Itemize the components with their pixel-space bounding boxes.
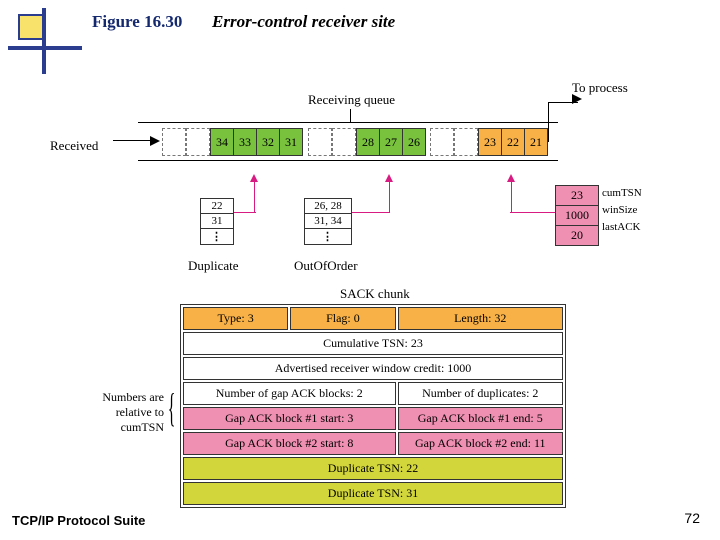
duplicate-stack: 22 31 ⋮ — [200, 198, 234, 245]
recv-queue-label: Receiving queue — [308, 92, 395, 108]
received-label: Received — [50, 138, 98, 154]
queue-cell: 26 — [402, 128, 426, 156]
footer-left: TCP/IP Protocol Suite — [12, 513, 145, 528]
queue-cell: 21 — [524, 128, 548, 156]
slide-bullet — [18, 14, 44, 40]
in-arrow-head — [150, 136, 160, 146]
state-box: 23 1000 20 — [555, 185, 599, 246]
v-rule — [42, 8, 46, 74]
out-arrow-head — [572, 94, 582, 104]
queue-cell: 34 — [210, 128, 234, 156]
sack-g1-r: Gap ACK block #1 end: 5 — [398, 407, 563, 430]
queue-cell: 33 — [233, 128, 257, 156]
ooo-val: 26, 28 — [305, 199, 351, 214]
cum-tsn-label: cumTSN — [602, 187, 642, 199]
ooo-stack: 26, 28 31, 34 ⋮ — [304, 198, 352, 245]
dup-val: 22 — [201, 199, 233, 214]
dash-cell — [332, 128, 356, 156]
sack-g2-r: Gap ACK block #2 end: 11 — [398, 432, 563, 455]
state-line — [510, 212, 560, 213]
dup-val: 31 — [201, 214, 233, 229]
sack-gaps-r: Number of duplicates: 2 — [398, 382, 563, 405]
sack-win: Advertised receiver window credit: 1000 — [183, 357, 563, 380]
recvq-pointer — [350, 109, 351, 122]
ooo-vline — [389, 180, 390, 212]
last-ack-val: 20 — [556, 226, 598, 245]
ooo-val: 31, 34 — [305, 214, 351, 229]
queue-cell: 27 — [379, 128, 403, 156]
queue-cell: 23 — [478, 128, 502, 156]
sack-gaps-l: Number of gap ACK blocks: 2 — [183, 382, 396, 405]
sack-len: Length: 32 — [398, 307, 563, 330]
win-size-label: winSize — [602, 204, 637, 216]
sack-cum: Cumulative TSN: 23 — [183, 332, 563, 355]
dash-cell — [430, 128, 454, 156]
brace-icon: { — [168, 384, 176, 431]
in-arrow-line — [113, 140, 153, 141]
queue-cell: 22 — [501, 128, 525, 156]
dots-icon: ⋮ — [201, 229, 233, 244]
figure-label: Figure 16.30 — [92, 12, 182, 32]
queue-bottom-line — [138, 160, 558, 161]
sack-title: SACK chunk — [340, 286, 410, 302]
last-ack-label: lastACK — [602, 221, 641, 233]
duplicate-label: Duplicate — [188, 258, 239, 274]
figure-title: Error-control receiver site — [212, 12, 395, 32]
dup-vline — [254, 180, 255, 212]
sack-g1-l: Gap ACK block #1 start: 3 — [183, 407, 396, 430]
dash-cell — [186, 128, 210, 156]
sack-flag: Flag: 0 — [290, 307, 395, 330]
win-size-val: 1000 — [556, 206, 598, 226]
dash-cell — [308, 128, 332, 156]
ooo-label: OutOfOrder — [294, 258, 358, 274]
dash-cell — [162, 128, 186, 156]
queue-cell: 31 — [279, 128, 303, 156]
state-vline — [511, 180, 512, 212]
cum-tsn-val: 23 — [556, 186, 598, 206]
sack-d1: Duplicate TSN: 22 — [183, 457, 563, 480]
sack-d2: Duplicate TSN: 31 — [183, 482, 563, 505]
sack-type: Type: 3 — [183, 307, 288, 330]
sack-chunk-table: Type: 3 Flag: 0 Length: 32 Cumulative TS… — [180, 304, 566, 508]
page-number: 72 — [684, 510, 700, 526]
out-arrow-v — [548, 102, 549, 142]
queue-cell: 32 — [256, 128, 280, 156]
dash-cell — [454, 128, 478, 156]
dots-icon: ⋮ — [305, 229, 351, 244]
queue-top-line — [138, 122, 558, 123]
relative-note: Numbers are relative to cumTSN — [84, 390, 164, 435]
sack-g2-l: Gap ACK block #2 start: 8 — [183, 432, 396, 455]
queue-cell: 28 — [356, 128, 380, 156]
diagram: Received Receiving queue To process 34 3… — [50, 60, 670, 470]
